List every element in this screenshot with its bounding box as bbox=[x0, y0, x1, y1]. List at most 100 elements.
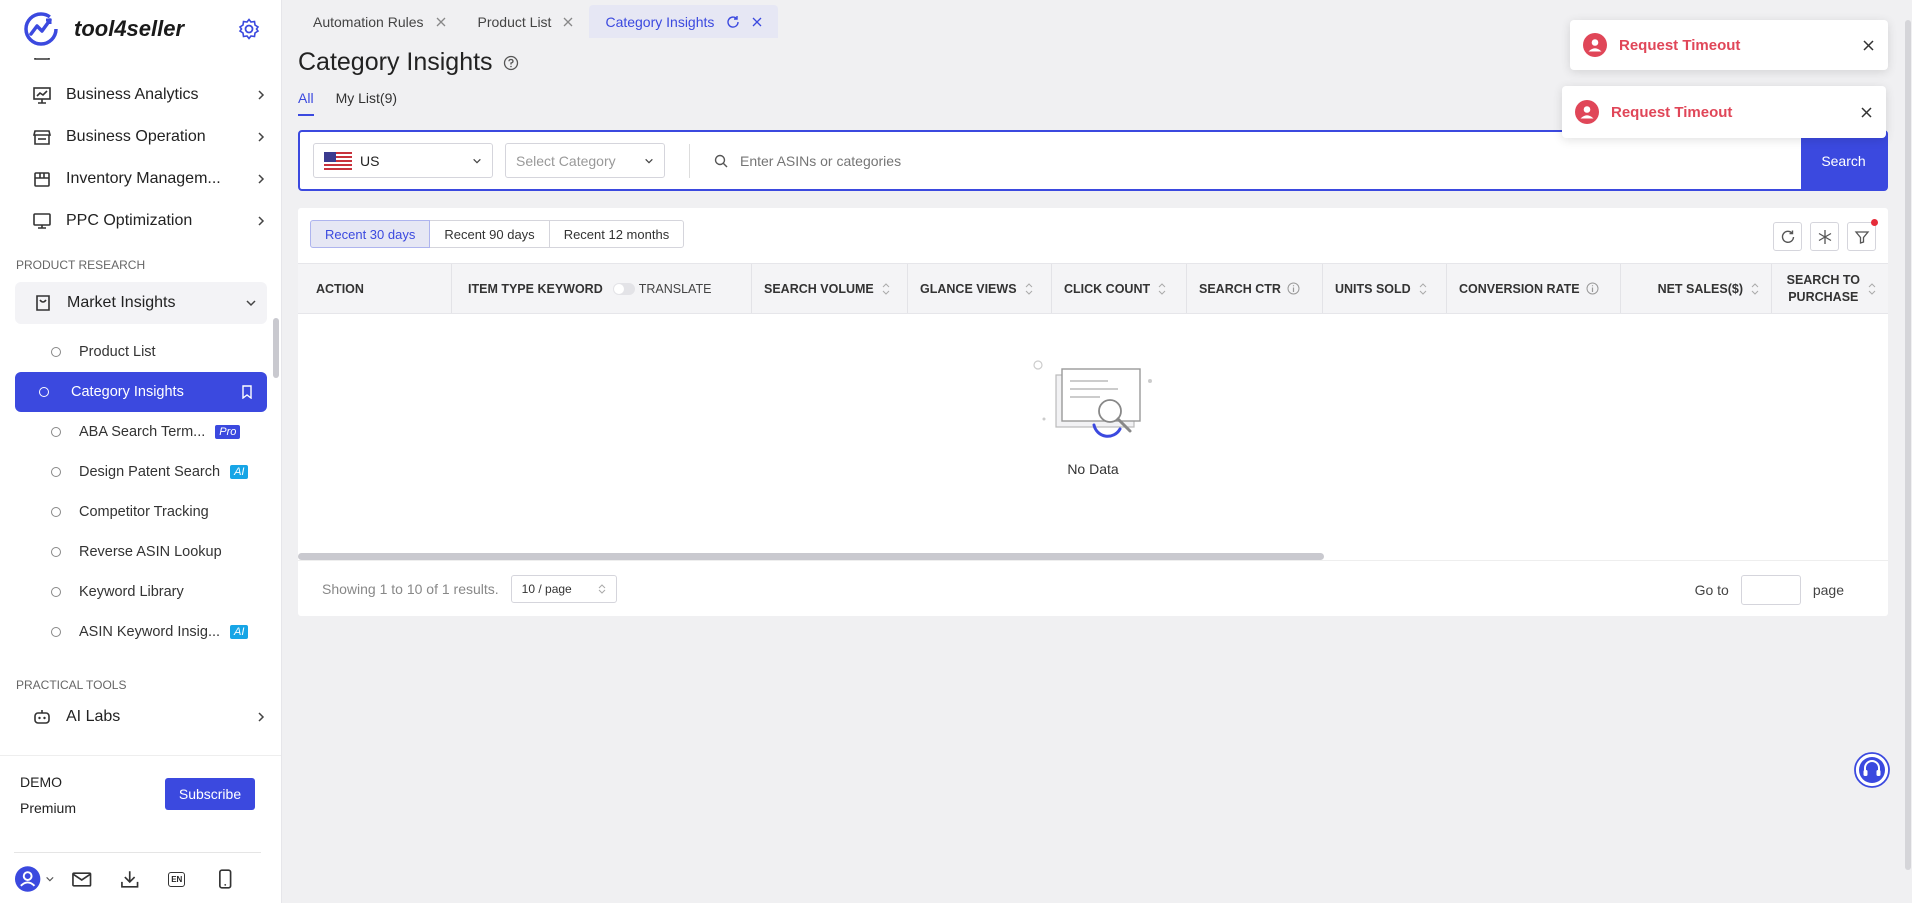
download-icon[interactable] bbox=[119, 868, 140, 890]
help-icon[interactable] bbox=[503, 55, 519, 71]
range-90-days[interactable]: Recent 90 days bbox=[429, 220, 550, 248]
account-plan: Premium bbox=[20, 800, 77, 816]
sidebar-item-inventory-management[interactable]: Inventory Managem... bbox=[0, 158, 281, 200]
close-icon[interactable] bbox=[563, 17, 573, 27]
col-search-to-purchase[interactable]: SEARCH TO PURCHASE bbox=[1772, 264, 1888, 313]
sidebar-item-business-analytics[interactable]: Business Analytics bbox=[0, 74, 281, 116]
close-icon[interactable] bbox=[436, 17, 446, 27]
goto-page: Go to page bbox=[1695, 575, 1844, 605]
col-label: PURCHASE bbox=[1788, 289, 1859, 304]
close-icon[interactable] bbox=[1861, 106, 1872, 118]
sidebar-item-ppc-optimization[interactable]: PPC Optimization bbox=[0, 200, 281, 242]
support-headset-icon[interactable] bbox=[1854, 752, 1890, 788]
app-name: tool4seller bbox=[74, 16, 185, 41]
mail-icon[interactable] bbox=[71, 868, 92, 890]
col-units-sold[interactable]: UNITS SOLD bbox=[1323, 264, 1447, 313]
col-search-ctr[interactable]: SEARCH CTR bbox=[1187, 264, 1323, 313]
sidebar-item-aba-search-term[interactable]: ABA Search Term... Pro bbox=[15, 412, 267, 452]
info-icon[interactable] bbox=[1586, 282, 1599, 295]
sidebar-item-label: AI Labs bbox=[66, 708, 121, 725]
bullet-icon bbox=[51, 587, 61, 597]
sidebar-item-competitor-tracking[interactable]: Competitor Tracking bbox=[15, 492, 267, 532]
range-30-days[interactable]: Recent 30 days bbox=[310, 220, 431, 248]
bullet-icon bbox=[51, 467, 61, 477]
subscribe-button[interactable]: Subscribe bbox=[165, 778, 255, 810]
sidebar-item-product-list[interactable]: Product List bbox=[15, 332, 267, 372]
gear-icon[interactable] bbox=[237, 17, 261, 41]
logo-row: tool4seller bbox=[0, 0, 281, 58]
sidebar-item-business-operation[interactable]: Business Operation bbox=[0, 116, 281, 158]
sidebar-item-label: ASIN Keyword Insig... bbox=[79, 624, 221, 640]
country-select[interactable]: US bbox=[313, 143, 493, 178]
settings-button[interactable] bbox=[1810, 222, 1839, 251]
close-icon[interactable] bbox=[752, 17, 762, 27]
range-12-months[interactable]: Recent 12 months bbox=[548, 220, 685, 248]
language-icon[interactable]: EN bbox=[166, 868, 187, 890]
user-avatar-icon[interactable] bbox=[14, 865, 41, 893]
pro-badge: Pro bbox=[215, 425, 241, 439]
horizontal-scrollbar[interactable] bbox=[298, 553, 1324, 560]
sidebar-item-reverse-asin-lookup[interactable]: Reverse ASIN Lookup bbox=[15, 532, 267, 572]
sort-icon[interactable] bbox=[1025, 282, 1033, 295]
empty-state: No Data bbox=[298, 353, 1888, 477]
col-conversion-rate[interactable]: CONVERSION RATE bbox=[1447, 264, 1621, 313]
chevron-down-icon[interactable] bbox=[45, 874, 55, 884]
search-input[interactable] bbox=[740, 152, 1340, 169]
col-label: CLICK COUNT bbox=[1064, 281, 1151, 296]
robot-icon bbox=[34, 710, 50, 724]
toast-request-timeout: Request Timeout bbox=[1570, 20, 1888, 70]
sidebar-scrollbar[interactable] bbox=[273, 318, 279, 378]
mobile-icon[interactable] bbox=[214, 868, 235, 890]
refresh-button[interactable] bbox=[1773, 222, 1802, 251]
col-label: SEARCH CTR bbox=[1199, 281, 1281, 296]
page-title-text: Category Insights bbox=[298, 48, 493, 76]
search-button[interactable]: Search bbox=[1801, 131, 1886, 190]
col-search-volume[interactable]: SEARCH VOLUME bbox=[752, 264, 908, 313]
store-icon bbox=[32, 130, 52, 145]
updown-icon bbox=[598, 584, 606, 594]
sidebar: Overview Business Analytics Business Ope… bbox=[0, 0, 282, 903]
col-label: ITEM TYPE KEYWORD bbox=[468, 281, 603, 296]
sidebar-nav: Overview Business Analytics Business Ope… bbox=[0, 48, 281, 756]
logo-icon[interactable] bbox=[22, 10, 60, 48]
refresh-icon[interactable] bbox=[726, 15, 740, 29]
sort-icon[interactable] bbox=[1158, 282, 1166, 295]
sort-icon[interactable] bbox=[882, 282, 890, 295]
sidebar-group-market-insights[interactable]: Market Insights bbox=[15, 282, 267, 324]
country-value: US bbox=[360, 152, 380, 169]
section-title-practical-tools: PRACTICAL TOOLS bbox=[16, 678, 127, 692]
filter-icon bbox=[1854, 230, 1869, 244]
sort-icon[interactable] bbox=[1751, 282, 1759, 295]
tab-product-list[interactable]: Product List bbox=[462, 5, 590, 38]
col-label: CONVERSION RATE bbox=[1459, 281, 1580, 296]
info-icon[interactable] bbox=[1287, 282, 1300, 295]
col-label: SEARCH TO bbox=[1786, 272, 1860, 287]
bookmark-icon[interactable] bbox=[241, 385, 253, 399]
goto-page-input[interactable] bbox=[1740, 575, 1801, 605]
subtab-my-list[interactable]: My List(9) bbox=[336, 90, 397, 116]
sidebar-item-category-insights[interactable]: Category Insights bbox=[15, 372, 267, 412]
empty-text: No Data bbox=[1067, 461, 1119, 477]
col-glance-views[interactable]: GLANCE VIEWS bbox=[908, 264, 1052, 313]
sidebar-item-label: Category Insights bbox=[71, 384, 184, 400]
col-click-count[interactable]: CLICK COUNT bbox=[1052, 264, 1187, 313]
sort-icon[interactable] bbox=[1868, 282, 1876, 295]
col-item-type-keyword[interactable]: ITEM TYPE KEYWORD TRANSLATE bbox=[452, 264, 752, 313]
translate-toggle[interactable] bbox=[612, 282, 635, 295]
sort-icon[interactable] bbox=[1419, 282, 1427, 295]
search-icon bbox=[714, 154, 728, 167]
filter-button[interactable] bbox=[1847, 219, 1878, 251]
page-size-select[interactable]: 10 / page bbox=[510, 575, 617, 603]
sidebar-item-keyword-library[interactable]: Keyword Library bbox=[15, 572, 267, 612]
subtab-all[interactable]: All bbox=[298, 90, 314, 116]
tab-category-insights[interactable]: Category Insights bbox=[589, 5, 779, 38]
close-icon[interactable] bbox=[1863, 39, 1874, 51]
category-select[interactable]: Select Category bbox=[505, 143, 665, 178]
sidebar-item-ai-labs[interactable]: AI Labs bbox=[0, 696, 281, 738]
sidebar-item-asin-keyword-insights[interactable]: ASIN Keyword Insig... AI bbox=[15, 612, 267, 652]
date-range-selector: Recent 30 days Recent 90 days Recent 12 … bbox=[310, 220, 685, 248]
tab-automation-rules[interactable]: Automation Rules bbox=[297, 5, 462, 38]
col-net-sales[interactable]: NET SALES($) bbox=[1621, 264, 1772, 313]
sidebar-item-design-patent-search[interactable]: Design Patent Search AI bbox=[15, 452, 267, 492]
page-scrollbar[interactable] bbox=[1904, 20, 1912, 870]
